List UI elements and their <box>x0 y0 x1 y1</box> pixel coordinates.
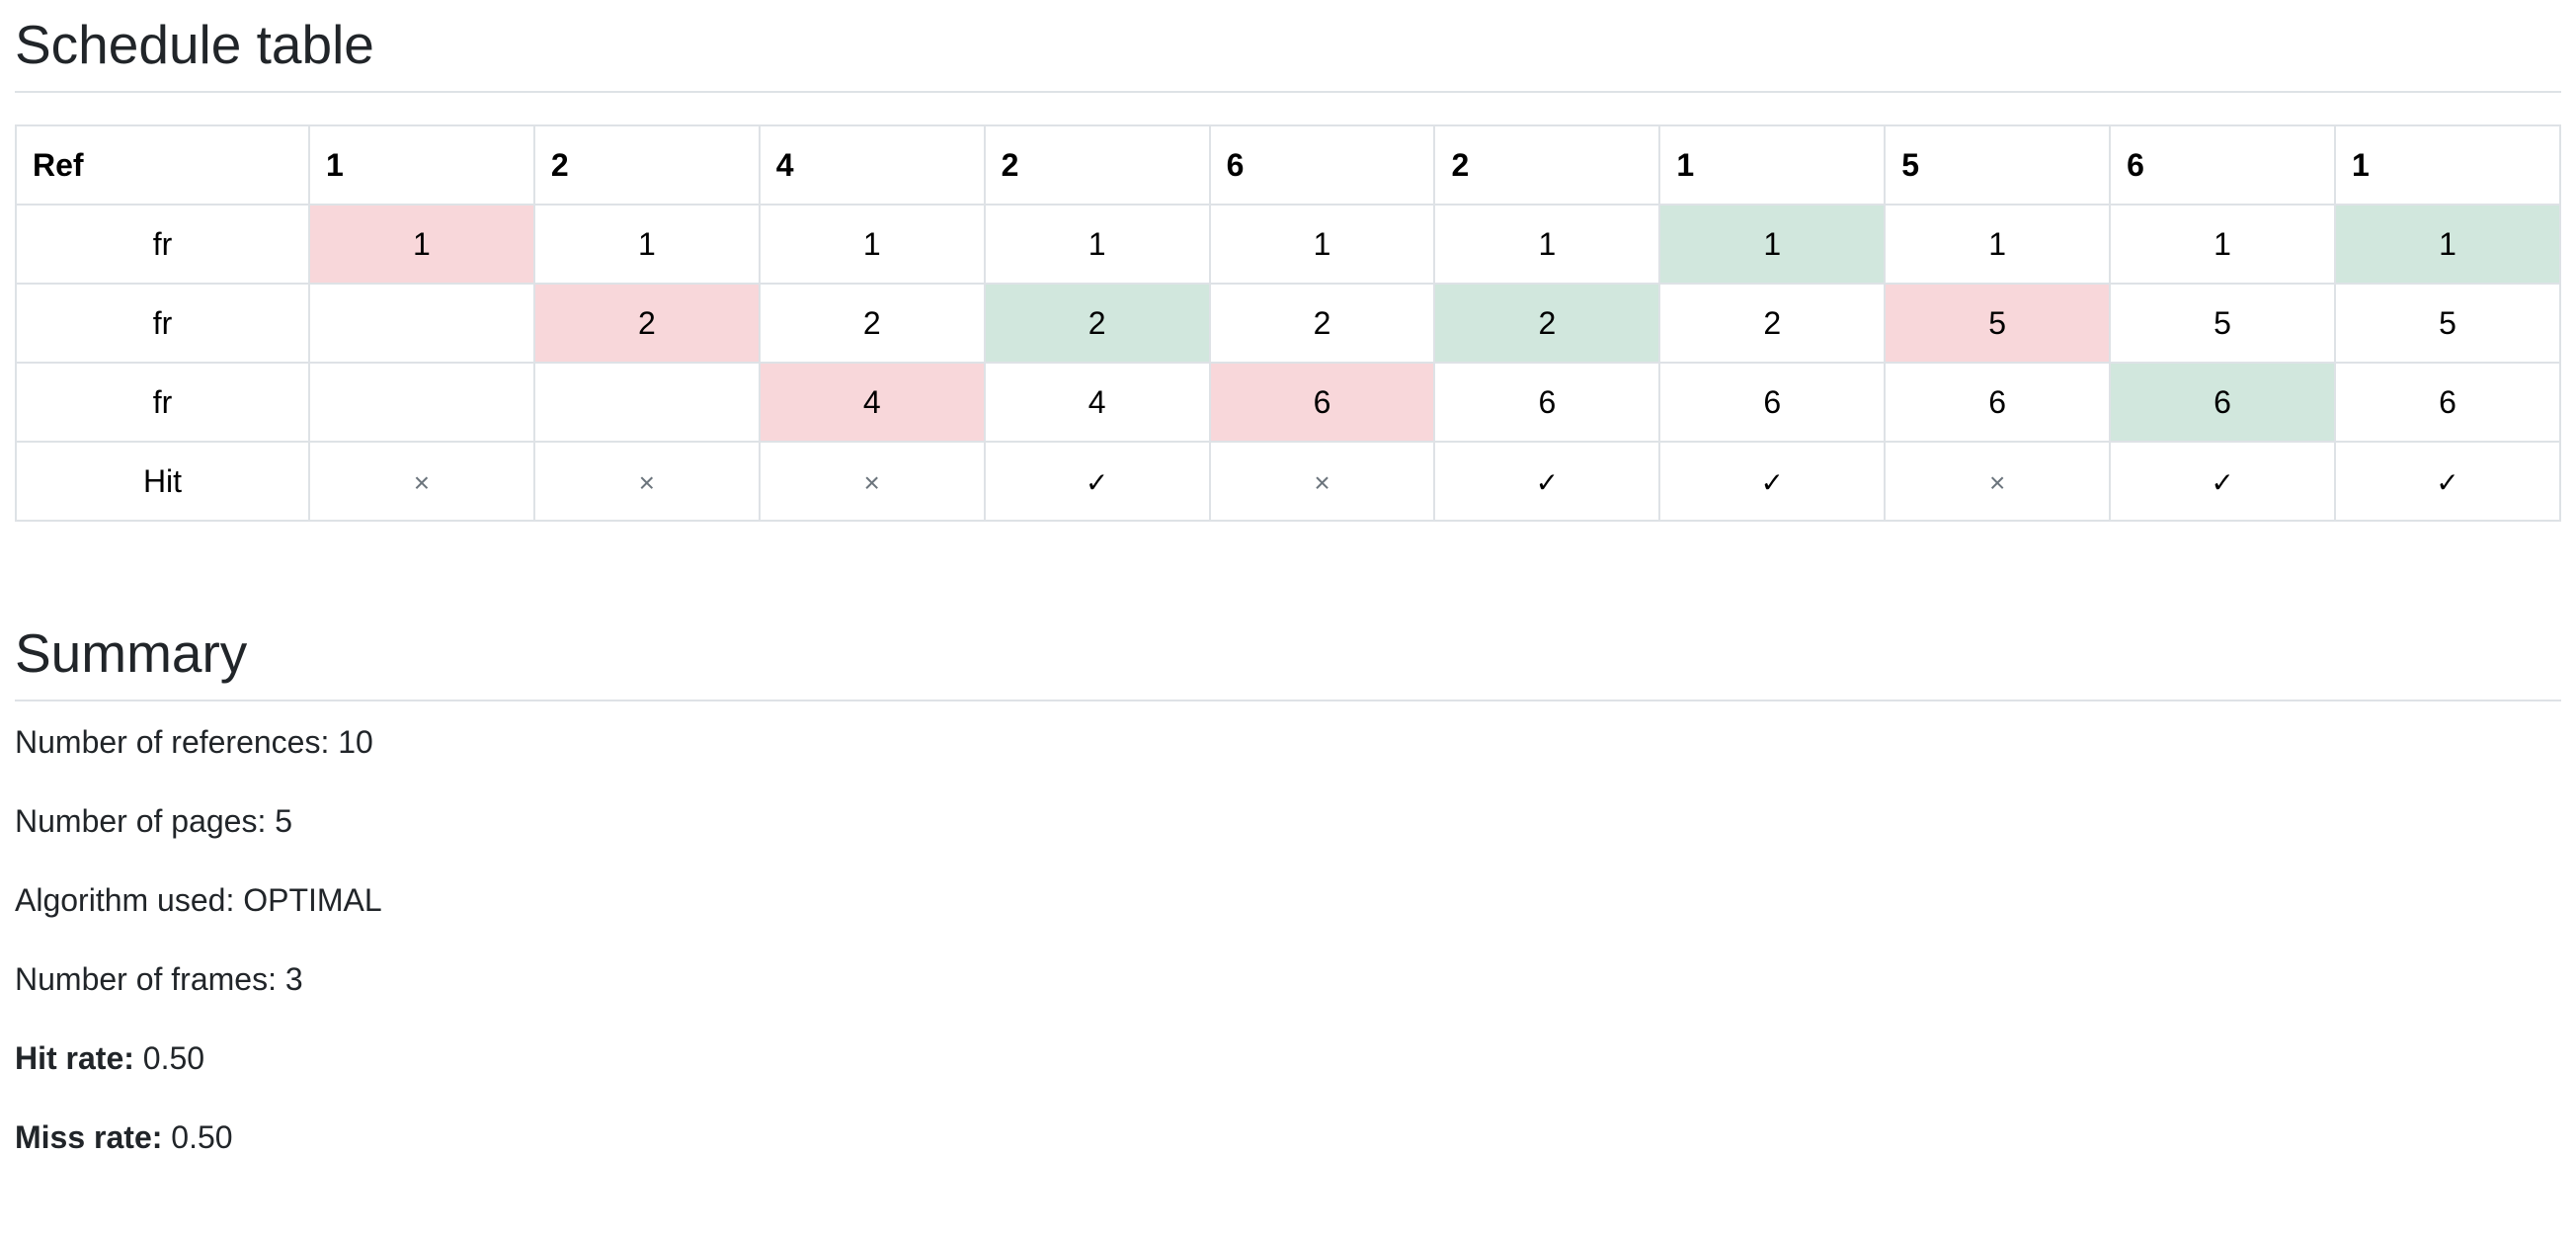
cross-icon: × <box>1989 466 2006 498</box>
miss-rate: Miss rate: 0.50 <box>15 1117 233 1157</box>
frame-cell: 1 <box>1658 204 1887 285</box>
ref-row: Ref 1242621561 <box>15 124 2561 206</box>
frame-cell: 6 <box>2109 362 2337 443</box>
summary-section: Summary Number of references: 10 Number … <box>15 620 2561 1196</box>
hit-cell: × <box>308 441 535 522</box>
frame-cell: 1 <box>2334 204 2561 285</box>
frame-cell: 1 <box>308 204 535 285</box>
schedule-title: Schedule table <box>15 0 2561 93</box>
miss-rate-label: Miss rate: <box>15 1119 163 1155</box>
frame-cell: 5 <box>1884 283 2112 364</box>
frame-row-label: fr <box>15 283 310 364</box>
check-icon: ✓ <box>1535 466 1560 498</box>
hit-cell: × <box>758 441 986 522</box>
frame-cell <box>308 283 535 364</box>
hit-cell: ✓ <box>2334 441 2561 522</box>
frame-cell: 1 <box>1884 204 2112 285</box>
check-icon: ✓ <box>2436 466 2459 498</box>
hit-rate: Hit rate: 0.50 <box>15 1038 204 1078</box>
cross-icon: × <box>863 466 880 498</box>
hit-cell: ✓ <box>1433 441 1661 522</box>
frame-cell: 2 <box>983 283 1211 364</box>
frame-cell: 4 <box>758 362 986 443</box>
cross-icon: × <box>638 466 656 498</box>
page: Schedule table Ref 1242621561 fr 1 1 1 1 1 1 1 1… <box>0 0 2576 1196</box>
algorithm-used: Algorithm used: OPTIMAL <box>15 882 382 918</box>
cross-icon: × <box>1314 466 1330 498</box>
frame-cell: 4 <box>983 362 1211 443</box>
frame-row: fr 2 2 2 2 2 2 5 5 5 <box>15 283 2561 364</box>
frame-row: fr 1 1 1 1 1 1 1 1 1 1 <box>15 204 2561 285</box>
frame-cell: 2 <box>1658 283 1887 364</box>
frame-cell: 5 <box>2109 283 2337 364</box>
ref-cell: 1 <box>1658 124 1887 206</box>
frame-row: fr 4 4 6 6 6 6 6 6 <box>15 362 2561 443</box>
frame-cell: 1 <box>532 204 761 285</box>
ref-header: Ref <box>15 124 310 206</box>
check-icon: ✓ <box>2211 466 2234 498</box>
ref-cell: 2 <box>1433 124 1661 206</box>
frame-cell: 6 <box>1884 362 2112 443</box>
frame-cell: 6 <box>1433 362 1661 443</box>
references-count: Number of references: 10 <box>15 724 373 760</box>
check-icon: ✓ <box>1760 466 1785 498</box>
hit-rate-value: 0.50 <box>133 1040 205 1076</box>
check-icon: ✓ <box>1085 466 1109 498</box>
hit-cell: × <box>1884 441 2112 522</box>
frame-cell <box>532 362 761 443</box>
schedule-table: Ref 1242621561 fr 1 1 1 1 1 1 1 1 1 1 fr 2 2 2 2 2 2 5 5 5 fr… <box>15 124 2561 522</box>
frame-cell: 6 <box>1208 362 1436 443</box>
frame-cell: 6 <box>1658 362 1887 443</box>
ref-cell: 4 <box>758 124 986 206</box>
frame-cell: 2 <box>1433 283 1661 364</box>
ref-cell: 1 <box>2334 124 2561 206</box>
ref-cell: 6 <box>2109 124 2337 206</box>
hit-rate-label: Hit rate: <box>15 1040 134 1076</box>
frame-cell: 1 <box>983 204 1211 285</box>
frame-cell: 1 <box>1208 204 1436 285</box>
frame-cell: 2 <box>758 283 986 364</box>
hit-cell: × <box>532 441 761 522</box>
frame-cell: 1 <box>758 204 986 285</box>
hit-cell: ✓ <box>1658 441 1887 522</box>
hit-cell: ✓ <box>2109 441 2337 522</box>
frame-cell: 2 <box>532 283 761 364</box>
ref-cell: 5 <box>1884 124 2112 206</box>
ref-cell: 2 <box>532 124 761 206</box>
frame-cell: 1 <box>2109 204 2337 285</box>
ref-cell: 6 <box>1208 124 1436 206</box>
cross-icon: × <box>413 466 431 498</box>
summary-title: Summary <box>15 620 2561 701</box>
frame-cell: 6 <box>2334 362 2561 443</box>
frame-cell <box>308 362 535 443</box>
frame-row-label: fr <box>15 204 310 285</box>
ref-cell: 2 <box>983 124 1211 206</box>
hit-row-label: Hit <box>15 441 310 522</box>
frame-row-label: fr <box>15 362 310 443</box>
hit-cell: ✓ <box>983 441 1211 522</box>
hit-row: Hit × × × ✓ × ✓ ✓ × ✓ ✓ <box>15 441 2561 522</box>
miss-rate-value: 0.50 <box>162 1119 233 1155</box>
frame-cell: 2 <box>1208 283 1436 364</box>
frame-cell: 1 <box>1433 204 1661 285</box>
ref-cell: 1 <box>308 124 535 206</box>
frames-count: Number of frames: 3 <box>15 961 303 997</box>
hit-cell: × <box>1208 441 1436 522</box>
frame-cell: 5 <box>2334 283 2561 364</box>
pages-count: Number of pages: 5 <box>15 803 293 839</box>
